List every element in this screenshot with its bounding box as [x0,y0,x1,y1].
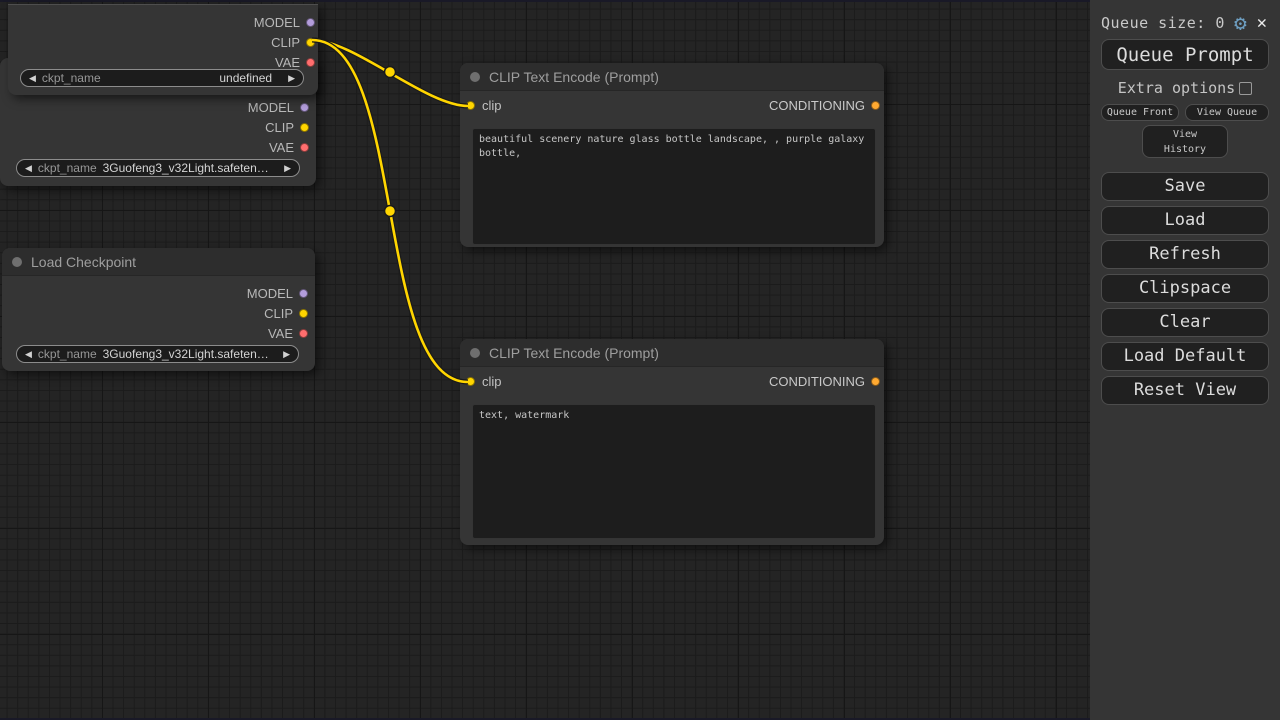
output-label-model: MODEL [246,285,293,301]
collapse-dot-icon[interactable] [470,71,480,82]
widget-label: ckpt_name [37,161,97,175]
vae-output-dot[interactable] [306,57,315,67]
widget-label: ckpt_name [37,347,97,361]
canvas-boundary-top [0,0,1090,2]
model-output-dot[interactable] [300,102,309,112]
node-title: CLIP Text Encode (Prompt) [489,68,659,85]
clip-input-dot[interactable] [466,376,475,386]
ckpt-name-widget[interactable]: ◀ ckpt_name 3Guofeng3_v32Light.safeten… … [16,345,299,363]
queue-size-label: Queue size: 0 [1101,14,1225,32]
clip-output-dot[interactable] [306,37,315,47]
output-label-vae: VAE [267,325,293,341]
output-label-conditioning: CONDITIONING [768,97,865,113]
output-label-clip: CLIP [264,305,293,321]
output-label-model: MODEL [247,99,294,115]
node-clip-text-encode-positive[interactable]: CLIP Text Encode (Prompt) clip CONDITION… [460,63,884,247]
clip-output-dot[interactable] [300,122,309,132]
output-label-clip: CLIP [265,119,294,135]
node-load-checkpoint-top[interactable]: MODEL CLIP VAE ◀ ckpt_name undefined ▶ [8,4,318,95]
queue-prompt-button[interactable]: Queue Prompt [1101,39,1269,70]
ckpt-name-widget[interactable]: ◀ ckpt_name undefined ▶ [20,69,304,87]
link-midpoint-dot[interactable] [383,204,397,218]
extra-options-checkbox[interactable] [1239,81,1253,95]
vae-output-dot[interactable] [299,328,308,338]
node-title: Load Checkpoint [31,253,137,270]
wire-clip-to-negative [311,38,469,384]
widget-value: 3Guofeng3_v32Light.safeten… [102,347,269,361]
node-load-checkpoint[interactable]: Load Checkpoint MODEL CLIP VAE ◀ ckpt_na… [2,248,315,371]
output-label-conditioning: CONDITIONING [768,373,865,389]
save-button[interactable]: Save [1101,172,1269,201]
ckpt-name-widget[interactable]: ◀ ckpt_name 3Guofeng3_v32Light.safeten… … [16,159,300,177]
vae-output-dot[interactable] [300,142,309,152]
load-default-button[interactable]: Load Default [1101,342,1269,371]
prompt-textarea[interactable]: text, watermark [472,404,876,539]
clip-input-dot[interactable] [466,100,475,110]
node-title-bar[interactable]: CLIP Text Encode (Prompt) [460,63,884,91]
widget-prev-icon[interactable]: ◀ [25,163,32,173]
node-title-bar[interactable]: Load Checkpoint [2,248,315,276]
input-label-clip: clip [482,373,502,389]
widget-label: ckpt_name [41,71,101,85]
output-label-vae: VAE [274,54,300,70]
clipspace-button[interactable]: Clipspace [1101,274,1269,303]
conditioning-output-dot[interactable] [871,100,880,110]
output-label-model: MODEL [253,14,300,30]
close-icon[interactable]: ✕ [1257,14,1267,32]
reset-view-button[interactable]: Reset View [1101,376,1269,405]
comfy-menu-panel: Queue size: 0 ⚙ ✕ Queue Prompt Extra opt… [1090,0,1280,720]
settings-gear-icon[interactable]: ⚙ [1234,12,1247,34]
widget-value: undefined [219,71,273,85]
wire-clip-to-positive [311,38,469,108]
widget-next-icon[interactable]: ▶ [284,163,291,173]
collapse-dot-icon[interactable] [470,347,480,358]
widget-prev-icon[interactable]: ◀ [25,349,32,359]
clip-output-dot[interactable] [299,308,308,318]
queue-front-button[interactable]: Queue Front [1101,104,1179,121]
output-label-clip: CLIP [271,34,300,50]
extra-options-label: Extra options [1117,79,1236,97]
queue-count: 0 [1215,14,1225,32]
node-title-bar[interactable]: CLIP Text Encode (Prompt) [460,339,884,367]
clear-button[interactable]: Clear [1101,308,1269,337]
node-clip-text-encode-negative[interactable]: CLIP Text Encode (Prompt) clip CONDITION… [460,339,884,545]
collapse-dot-icon[interactable] [12,256,22,267]
wire-clip-to-negative-outline [311,37,469,385]
view-queue-button[interactable]: View Queue [1185,104,1269,121]
wire-clip-to-positive-outline [311,37,469,109]
refresh-button[interactable]: Refresh [1101,240,1269,269]
graph-canvas[interactable]: MODEL CLIP VAE ◀ ckpt_name 3Guofeng3_v32… [0,0,1090,720]
widget-value: 3Guofeng3_v32Light.safeten… [102,161,269,175]
prompt-textarea[interactable]: beautiful scenery nature glass bottle la… [472,128,876,245]
load-button[interactable]: Load [1101,206,1269,235]
conditioning-output-dot[interactable] [871,376,880,386]
node-title: CLIP Text Encode (Prompt) [489,344,659,361]
view-history-button[interactable]: View History [1142,125,1228,158]
model-output-dot[interactable] [306,17,315,27]
input-label-clip: clip [482,97,502,113]
link-midpoint-dot[interactable] [383,65,397,79]
widget-next-icon[interactable]: ▶ [288,73,295,83]
widget-next-icon[interactable]: ▶ [283,349,290,359]
output-label-vae: VAE [268,139,294,155]
widget-prev-icon[interactable]: ◀ [29,73,36,83]
model-output-dot[interactable] [299,288,308,298]
